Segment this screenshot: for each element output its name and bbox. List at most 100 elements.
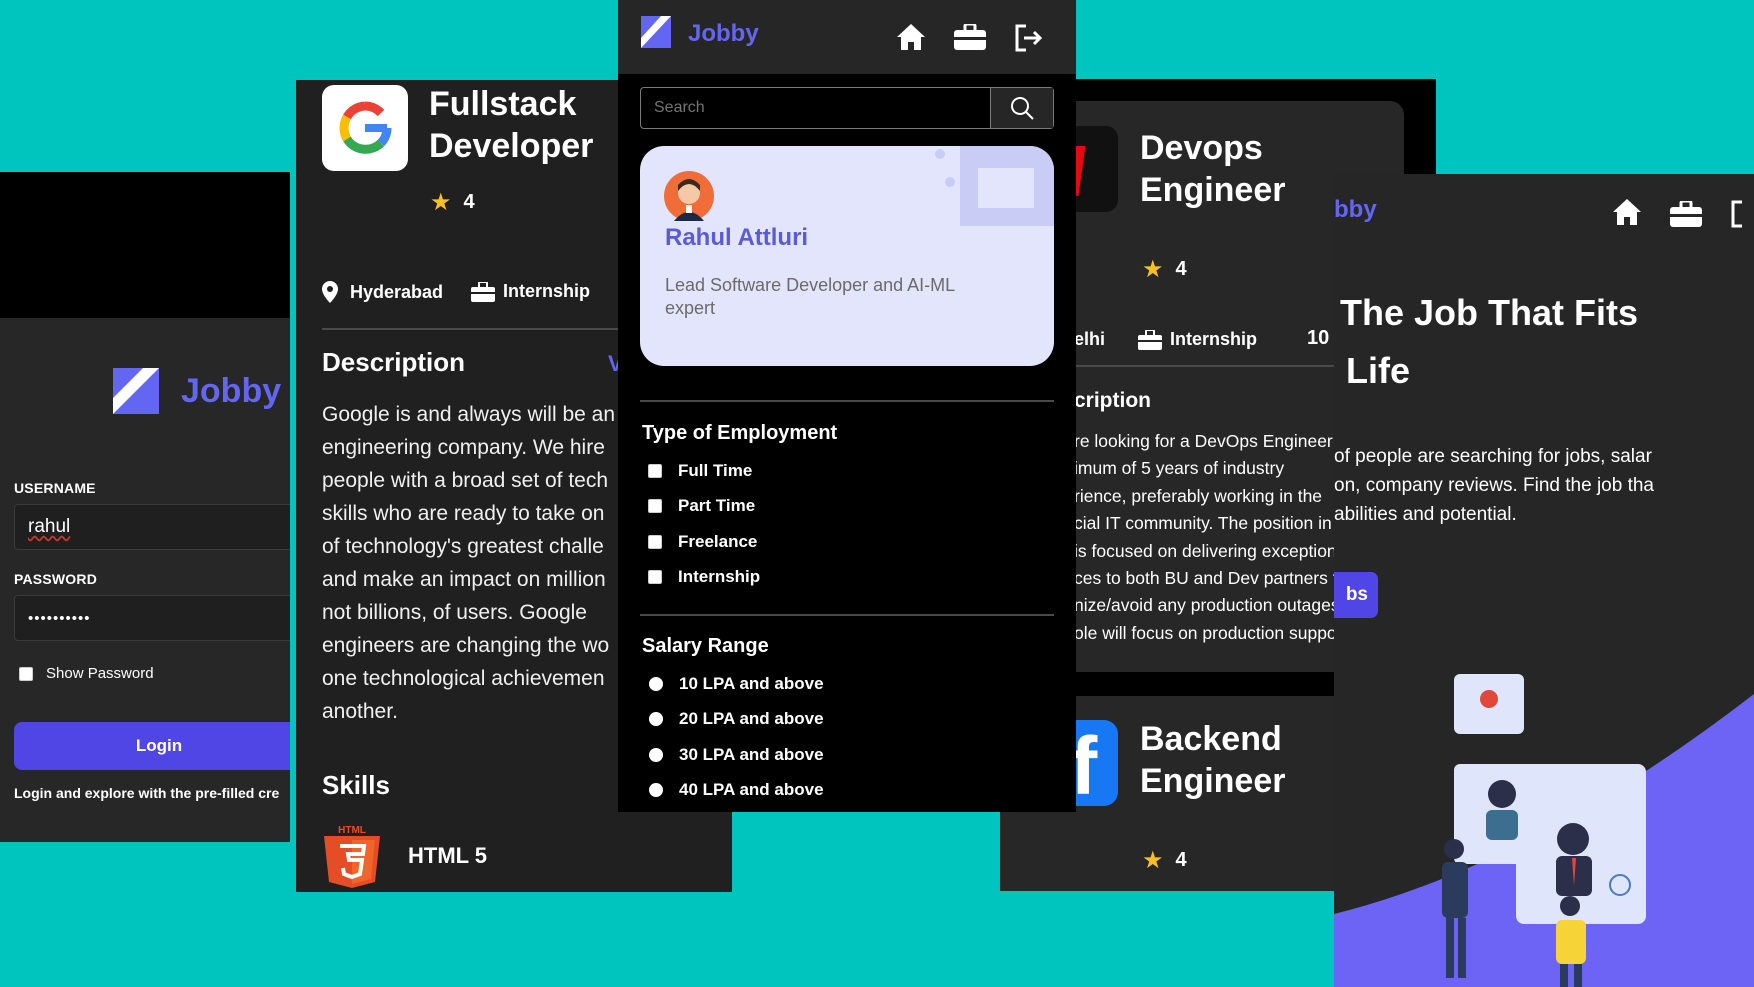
login-button-label: Login xyxy=(135,736,183,755)
checkbox[interactable] xyxy=(648,534,662,549)
brand-name: Jobby xyxy=(688,20,759,47)
employment-option-freelance[interactable]: Freelance xyxy=(648,524,760,560)
checkbox[interactable] xyxy=(648,463,662,478)
login-backdrop xyxy=(0,172,290,318)
rating: ★ 4 xyxy=(1142,846,1187,875)
salary-option-40[interactable]: 40 LPA and above xyxy=(649,773,824,809)
checkbox[interactable] xyxy=(648,570,662,585)
job-title: Devops Engineer xyxy=(1140,127,1285,211)
login-hint: Login and explore with the pre-filled cr… xyxy=(14,785,280,801)
password-label: PASSWORD xyxy=(14,571,98,587)
job-location: elhi xyxy=(1074,329,1105,350)
rating: ★ 4 xyxy=(1142,255,1187,284)
salary-option-20[interactable]: 20 LPA and above xyxy=(649,702,824,738)
desc-line: skills who are ready to take on xyxy=(322,502,605,525)
radio-button[interactable] xyxy=(649,676,663,691)
job-type: Internship xyxy=(471,281,590,302)
desc-line: is focused on delivering exceptional xyxy=(1074,540,1351,561)
employment-option-internship[interactable]: Internship xyxy=(648,560,760,596)
home-panel: bby The Job That Fits Life of people are… xyxy=(1334,174,1754,987)
search-button[interactable] xyxy=(990,88,1053,128)
radio-button[interactable] xyxy=(649,783,663,798)
home-heading-line2: Life xyxy=(1346,350,1411,391)
desc-line: another. xyxy=(322,700,398,723)
description-text: re looking for a DevOps Engineer with im… xyxy=(1074,428,1369,647)
desc-line: people with a broad set of tech xyxy=(322,469,609,492)
rating-value: 4 xyxy=(1175,258,1187,280)
avatar xyxy=(664,171,714,221)
briefcase-icon[interactable] xyxy=(1670,201,1702,227)
home-icon[interactable] xyxy=(896,23,926,51)
profile-bio-line: Lead Software Developer and AI-ML xyxy=(665,275,956,295)
checkbox[interactable] xyxy=(648,499,662,514)
password-value: •••••••••• xyxy=(28,609,91,627)
desc-line: engineers are changing the wo xyxy=(322,634,610,657)
job-illustration xyxy=(1334,674,1754,987)
rating-value: 4 xyxy=(463,191,475,213)
home-desc-line: abilities and potential. xyxy=(1334,504,1517,525)
password-input[interactable]: •••••••••• xyxy=(14,595,290,641)
svg-text:HTML: HTML xyxy=(338,825,366,836)
salary-range-options: 10 LPA and above 20 LPA and above 30 LPA… xyxy=(649,666,824,808)
skill-item: HTML HTML 5 xyxy=(322,824,487,888)
home-heading-line1: The Job That Fits xyxy=(1340,292,1639,333)
skills-heading: Skills xyxy=(322,770,390,800)
job-title-line2: Engineer xyxy=(1140,762,1286,800)
description-text: Google is and always will be an engineer… xyxy=(322,398,615,728)
profile-bio: Lead Software Developer and AI-ML expert xyxy=(665,274,955,320)
divider xyxy=(640,400,1054,402)
desc-line: of technology's greatest challe xyxy=(322,535,604,558)
logout-icon[interactable] xyxy=(1014,24,1044,52)
find-jobs-button[interactable]: bs xyxy=(1334,572,1378,618)
show-password-label: Show Password xyxy=(46,665,154,682)
rating-value: 4 xyxy=(1175,849,1187,871)
login-button[interactable]: Login xyxy=(14,722,290,770)
login-panel: Jobby USERNAME rahul PASSWORD ••••••••••… xyxy=(0,318,290,842)
job-type-label: Internship xyxy=(1170,329,1258,349)
briefcase-icon xyxy=(471,281,495,302)
radio-button[interactable] xyxy=(649,747,663,762)
employment-option-part-time[interactable]: Part Time xyxy=(648,489,760,525)
location-label: elhi xyxy=(1074,329,1106,349)
location-pin-icon xyxy=(322,281,338,303)
html5-icon: HTML xyxy=(324,825,380,888)
job-location: Hyderabad xyxy=(322,281,443,303)
star-icon: ★ xyxy=(1142,256,1164,283)
jobby-logo-icon[interactable] xyxy=(641,16,671,48)
job-title-line2: Engineer xyxy=(1140,171,1286,209)
desc-line: not billions, of users. Google xyxy=(322,601,587,624)
home-icon[interactable] xyxy=(1612,198,1642,226)
option-label: Full Time xyxy=(678,460,753,480)
option-label: Freelance xyxy=(678,531,758,551)
employment-option-full-time[interactable]: Full Time xyxy=(648,453,760,489)
option-label: Part Time xyxy=(678,496,756,516)
salary-option-30[interactable]: 30 LPA and above xyxy=(649,737,824,773)
star-icon: ★ xyxy=(430,189,452,216)
desc-line: and make an impact on million xyxy=(322,568,606,591)
username-input[interactable]: rahul xyxy=(14,504,290,550)
search-input[interactable] xyxy=(641,88,990,128)
radio-button[interactable] xyxy=(649,712,663,727)
rating: ★ 4 xyxy=(430,188,475,217)
job-title-line1: Devops xyxy=(1140,129,1263,167)
job-title: Backend Engineer xyxy=(1140,718,1285,802)
desc-line: nize/avoid any production outages. xyxy=(1074,595,1345,616)
profile-bio-line: expert xyxy=(665,298,716,318)
home-desc-line: on, company reviews. Find the job tha xyxy=(1334,475,1655,496)
logout-icon[interactable] xyxy=(1730,200,1754,228)
job-title-line1: Backend xyxy=(1140,720,1282,758)
divider xyxy=(1074,365,1376,367)
profile-bg-pattern xyxy=(935,146,1054,226)
description-heading: cription xyxy=(1074,389,1151,412)
description-heading: Description xyxy=(322,347,466,377)
job-title-line1: Fullstack xyxy=(429,85,577,123)
home-desc-line: of people are searching for jobs, salar xyxy=(1334,446,1652,467)
brand-name: bby xyxy=(1334,196,1377,223)
salary-option-10[interactable]: 10 LPA and above xyxy=(649,666,824,702)
desc-line: imum of 5 years of industry xyxy=(1074,458,1285,479)
find-jobs-label: bs xyxy=(1345,584,1368,605)
option-label: 40 LPA and above xyxy=(679,780,824,800)
briefcase-icon[interactable] xyxy=(954,24,986,50)
show-password-checkbox[interactable] xyxy=(19,666,33,681)
option-label: Internship xyxy=(678,567,761,587)
